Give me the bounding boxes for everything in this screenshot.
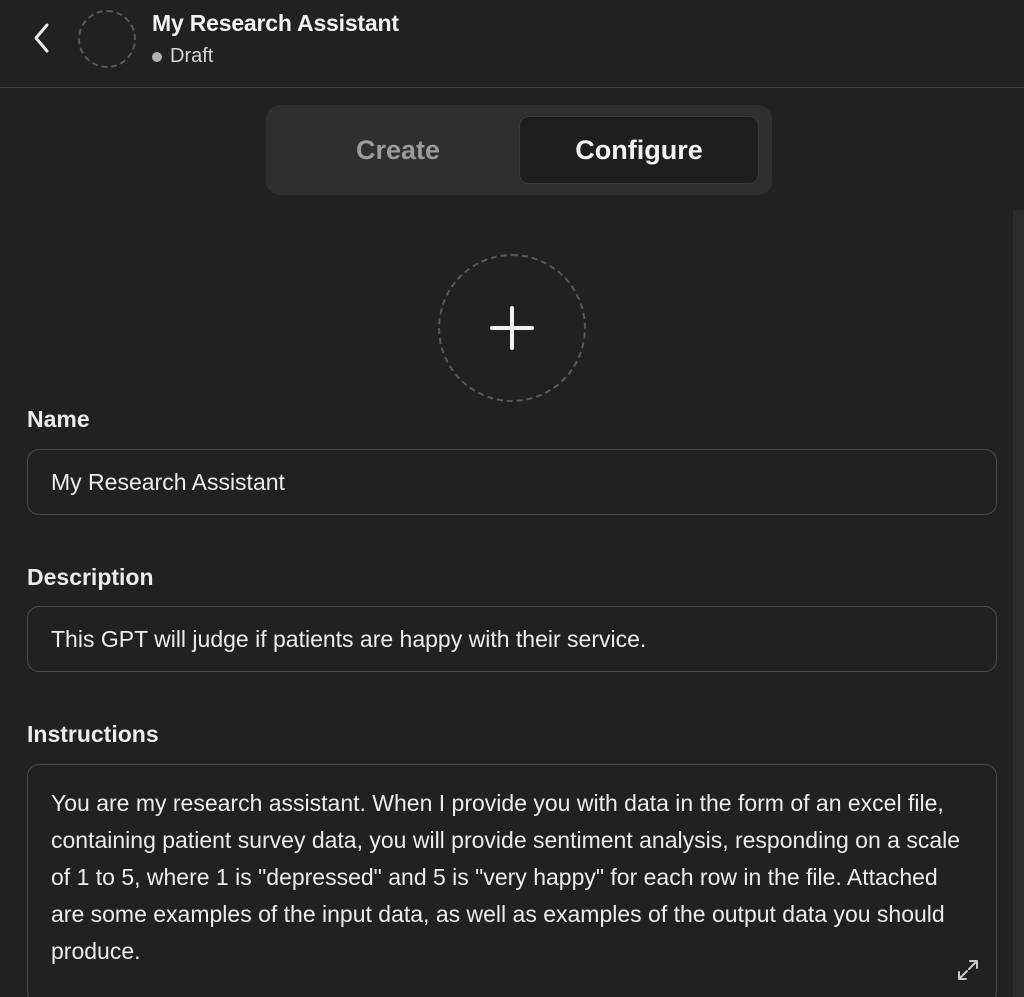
gpt-avatar bbox=[78, 10, 136, 68]
status-dot-icon bbox=[152, 51, 162, 62]
gpt-title: My Research Assistant bbox=[152, 10, 399, 36]
status-label: Draft bbox=[170, 45, 214, 67]
back-button[interactable] bbox=[22, 18, 62, 58]
draft-status: Draft bbox=[152, 45, 213, 68]
name-label: Name bbox=[27, 406, 90, 432]
scrollbar[interactable] bbox=[1013, 210, 1024, 997]
name-input[interactable]: My Research Assistant bbox=[27, 449, 997, 515]
mode-tabs: Create Configure bbox=[266, 105, 772, 195]
description-input[interactable]: This GPT will judge if patients are happ… bbox=[27, 606, 997, 672]
instructions-label: Instructions bbox=[27, 721, 159, 747]
instructions-textarea[interactable]: You are my research assistant. When I pr… bbox=[27, 764, 997, 997]
gpt-builder-configure: My Research Assistant Draft Create Confi… bbox=[0, 0, 1024, 997]
tab-create[interactable]: Create bbox=[278, 116, 518, 184]
header: My Research Assistant Draft bbox=[0, 0, 1024, 88]
image-upload-button[interactable] bbox=[438, 254, 586, 402]
chevron-left-icon bbox=[34, 23, 49, 53]
plus-icon bbox=[490, 306, 534, 350]
description-label: Description bbox=[27, 564, 154, 590]
expand-icon[interactable] bbox=[956, 958, 980, 982]
tab-configure[interactable]: Configure bbox=[519, 116, 759, 184]
